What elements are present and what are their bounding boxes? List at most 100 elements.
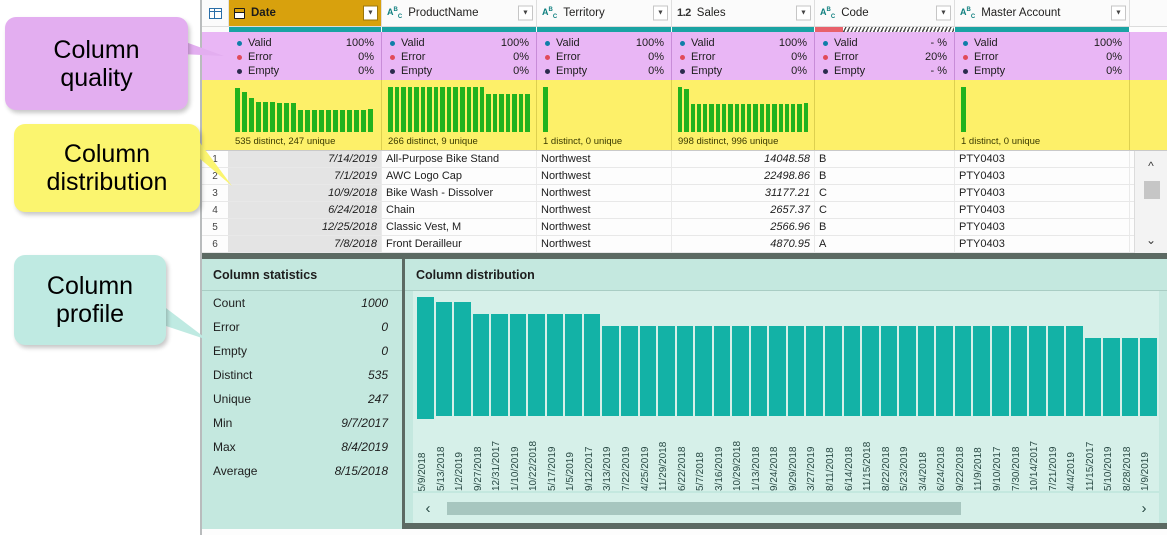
chart-bar[interactable] xyxy=(899,326,916,416)
chart-bar[interactable] xyxy=(751,326,768,416)
chart-bar[interactable] xyxy=(918,326,935,416)
column-quality-sales[interactable]: Valid100%Error0%Empty0% xyxy=(672,32,815,80)
chart-bar[interactable] xyxy=(788,326,805,416)
cell-date[interactable]: 7/8/2018 xyxy=(229,236,382,252)
chart-bar-column[interactable]: 3/13/2019 xyxy=(602,297,619,491)
table-row[interactable]: 310/9/2018Bike Wash - DissolverNorthwest… xyxy=(202,185,1134,202)
cell-sales[interactable]: 4870.95 xyxy=(672,236,815,252)
chart-bar[interactable] xyxy=(1085,338,1102,416)
chevron-right-icon[interactable]: › xyxy=(1133,500,1155,517)
cell-date[interactable]: 10/9/2018 xyxy=(229,185,382,201)
column-quality-date[interactable]: Valid100%Error0%Empty0% xyxy=(229,32,382,80)
chevron-down-icon[interactable]: ▼ xyxy=(653,6,668,21)
table-row[interactable]: 67/8/2018Front DerailleurNorthwest4870.9… xyxy=(202,236,1134,253)
column-distribution-code[interactable] xyxy=(815,80,955,150)
chart-bar[interactable] xyxy=(1048,326,1065,416)
table-row[interactable]: 27/1/2019AWC Logo CapNorthwest22498.86BP… xyxy=(202,168,1134,185)
cell-productname[interactable]: Front Derailleur xyxy=(382,236,537,252)
chart-bar[interactable] xyxy=(862,326,879,416)
chart-bar-column[interactable]: 9/22/2018 xyxy=(955,297,972,491)
chevron-up-icon[interactable]: ^ xyxy=(1135,159,1167,173)
chevron-down-icon[interactable]: ▼ xyxy=(796,6,811,21)
chart-bar-column[interactable]: 7/30/2018 xyxy=(1011,297,1028,491)
chart-bar[interactable] xyxy=(491,314,508,416)
cell-sales[interactable]: 2657.37 xyxy=(672,202,815,218)
grid-vertical-scrollbar[interactable]: ^ ⌄ xyxy=(1134,151,1167,253)
cell-masteraccount[interactable]: PTY0403 xyxy=(955,168,1130,184)
chart-bar-column[interactable]: 7/22/2019 xyxy=(621,297,638,491)
cell-code[interactable]: B xyxy=(815,168,955,184)
cell-masteraccount[interactable]: PTY0403 xyxy=(955,236,1130,252)
chart-bar[interactable] xyxy=(844,326,861,416)
chart-bar[interactable] xyxy=(658,326,675,416)
cell-sales[interactable]: 22498.86 xyxy=(672,168,815,184)
chart-bar[interactable] xyxy=(565,314,582,416)
select-all-columns-button[interactable] xyxy=(202,0,229,26)
cell-masteraccount[interactable]: PTY0403 xyxy=(955,219,1130,235)
chart-bar-column[interactable]: 9/24/2018 xyxy=(769,297,786,491)
column-distribution-master-account[interactable]: 1 distinct, 0 unique xyxy=(955,80,1130,150)
column-distribution-date[interactable]: 535 distinct, 247 unique xyxy=(229,80,382,150)
chart-bar[interactable] xyxy=(1029,326,1046,416)
chart-bar-column[interactable]: 8/11/2018 xyxy=(825,297,842,491)
cell-date[interactable]: 7/14/2019 xyxy=(229,151,382,167)
chart-bar-column[interactable]: 1/2/2019 xyxy=(454,297,471,491)
column-distribution-sales[interactable]: 998 distinct, 996 unique xyxy=(672,80,815,150)
chart-bar-column[interactable]: 9/12/2017 xyxy=(584,297,601,491)
cell-territory[interactable]: Northwest xyxy=(537,219,672,235)
chart-bar-column[interactable]: 11/15/2017 xyxy=(1085,297,1102,491)
column-header-territory[interactable]: ABCTerritory▼ xyxy=(537,0,672,26)
chart-bar[interactable] xyxy=(584,314,601,416)
chart-bar-column[interactable]: 4/25/2019 xyxy=(640,297,657,491)
chart-bar-column[interactable]: 11/29/2018 xyxy=(658,297,675,491)
column-header-sales[interactable]: 1.2Sales▼ xyxy=(672,0,815,26)
cell-territory[interactable]: Northwest xyxy=(537,185,672,201)
chart-bar-column[interactable]: 5/7/2018 xyxy=(695,297,712,491)
chart-bar-column[interactable]: 9/29/2018 xyxy=(788,297,805,491)
chart-bar-column[interactable]: 5/13/2018 xyxy=(436,297,453,491)
chart-bar-column[interactable]: 4/4/2019 xyxy=(1066,297,1083,491)
chart-bar[interactable] xyxy=(436,302,453,416)
cell-productname[interactable]: Bike Wash - Dissolver xyxy=(382,185,537,201)
chart-bar-column[interactable]: 5/23/2019 xyxy=(899,297,916,491)
chevron-left-icon[interactable]: ‹ xyxy=(417,500,439,517)
chart-bar-column[interactable]: 6/14/2018 xyxy=(844,297,861,491)
table-row[interactable]: 17/14/2019All-Purpose Bike StandNorthwes… xyxy=(202,151,1134,168)
cell-masteraccount[interactable]: PTY0403 xyxy=(955,202,1130,218)
chart-bar-column[interactable]: 11/15/2018 xyxy=(862,297,879,491)
chevron-down-icon[interactable]: ▼ xyxy=(518,6,533,21)
cell-territory[interactable]: Northwest xyxy=(537,151,672,167)
chart-bar-column[interactable]: 8/28/2018 xyxy=(1122,297,1139,491)
column-header-date[interactable]: Date▼ xyxy=(229,0,382,26)
chart-bar-column[interactable]: 10/22/2018 xyxy=(528,297,545,491)
chart-bar[interactable] xyxy=(1140,338,1157,416)
column-header-code[interactable]: ABCCode▼ xyxy=(815,0,955,26)
chart-bar[interactable] xyxy=(602,326,619,416)
cell-date[interactable]: 12/25/2018 xyxy=(229,219,382,235)
column-quality-code[interactable]: Valid- %Error20%Empty- % xyxy=(815,32,955,80)
chart-bar-column[interactable]: 8/22/2018 xyxy=(881,297,898,491)
cell-territory[interactable]: Northwest xyxy=(537,202,672,218)
chart-bar[interactable] xyxy=(510,314,527,416)
chart-bar-column[interactable]: 9/27/2018 xyxy=(473,297,490,491)
cell-date[interactable]: 7/1/2019 xyxy=(229,168,382,184)
chart-bar[interactable] xyxy=(936,326,953,416)
chart-bar[interactable] xyxy=(454,302,471,416)
chart-bar[interactable] xyxy=(695,326,712,416)
chart-bar-column[interactable]: 1/5/2019 xyxy=(565,297,582,491)
chart-bar-column[interactable]: 10/14/2017 xyxy=(1029,297,1046,491)
chart-bar-column[interactable]: 3/27/2019 xyxy=(806,297,823,491)
chart-bar[interactable] xyxy=(973,326,990,416)
horizontal-scrollbar-track[interactable] xyxy=(439,502,1133,515)
chart-bar-column[interactable]: 5/9/2018 xyxy=(417,297,434,491)
cell-productname[interactable]: All-Purpose Bike Stand xyxy=(382,151,537,167)
chart-bar[interactable] xyxy=(1011,326,1028,416)
column-header-master-account[interactable]: ABCMaster Account▼ xyxy=(955,0,1130,26)
cell-code[interactable]: B xyxy=(815,151,955,167)
chart-bar-column[interactable]: 1/13/2018 xyxy=(751,297,768,491)
chart-bar-column[interactable]: 6/22/2018 xyxy=(677,297,694,491)
cell-masteraccount[interactable]: PTY0403 xyxy=(955,151,1130,167)
cell-productname[interactable]: AWC Logo Cap xyxy=(382,168,537,184)
chart-bar-column[interactable]: 3/4/2018 xyxy=(918,297,935,491)
cell-productname[interactable]: Chain xyxy=(382,202,537,218)
